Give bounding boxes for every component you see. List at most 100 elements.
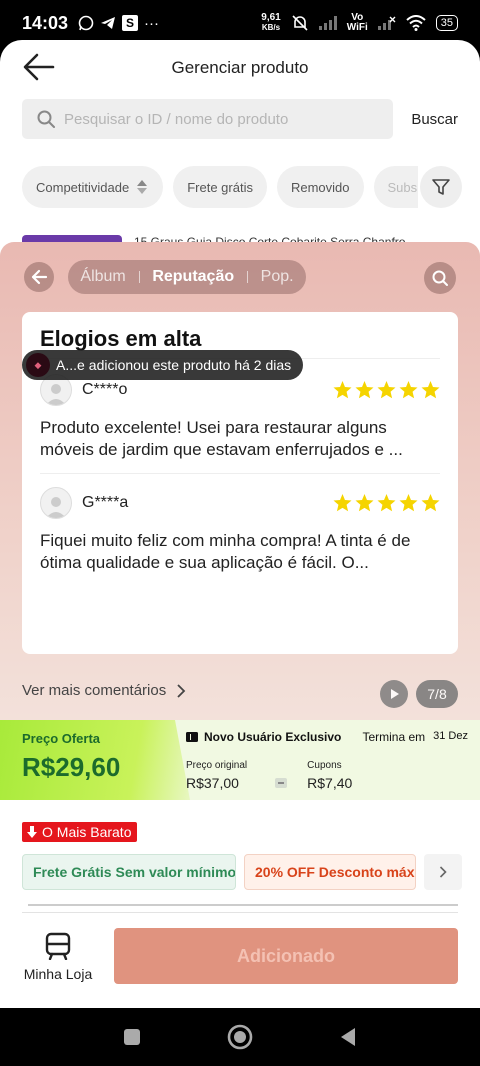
user-placeholder-icon bbox=[46, 384, 66, 405]
toast-avatar: ◆ bbox=[26, 353, 50, 377]
arrow-left-icon bbox=[31, 269, 48, 285]
telegram-icon bbox=[101, 17, 116, 29]
recent-apps-icon[interactable] bbox=[123, 1028, 141, 1046]
price-breakdown: Preço original R$37,00 Cupons R$7,40 bbox=[186, 760, 352, 791]
see-more-comments-link[interactable]: Ver mais comentários bbox=[22, 682, 186, 699]
user-placeholder-icon bbox=[46, 497, 66, 518]
review-text: Fiquei muito feliz com minha compra! A t… bbox=[40, 531, 411, 572]
sort-icon bbox=[137, 180, 148, 194]
star-icon bbox=[399, 494, 418, 512]
notification-icons: S ··· bbox=[78, 15, 159, 32]
down-arrow-icon bbox=[27, 826, 37, 838]
search-input[interactable]: Pesquisar o ID / nome do produto bbox=[22, 99, 393, 139]
home-icon[interactable] bbox=[227, 1024, 253, 1050]
avatar bbox=[40, 487, 72, 519]
play-button[interactable] bbox=[380, 680, 408, 708]
minus-icon bbox=[275, 778, 288, 788]
search-row: Pesquisar o ID / nome do produto Buscar bbox=[0, 99, 480, 139]
chip-subs[interactable]: Subs bbox=[373, 166, 418, 208]
signal-icon bbox=[318, 16, 337, 30]
status-time: 14:03 bbox=[22, 12, 69, 33]
reviewer-name: G****a bbox=[82, 494, 129, 511]
chip-label: Competitividade bbox=[36, 179, 130, 195]
rating-stars bbox=[333, 494, 440, 512]
page-title: Gerenciar produto bbox=[171, 58, 309, 77]
divider bbox=[40, 473, 440, 474]
panel-back-button[interactable] bbox=[24, 262, 54, 292]
chevron-right-icon bbox=[177, 683, 186, 698]
ends-date: 31 Dez bbox=[433, 730, 468, 742]
play-icon bbox=[391, 689, 399, 699]
more-notifications-icon: ··· bbox=[144, 14, 160, 32]
filter-button[interactable] bbox=[420, 166, 462, 208]
search-button[interactable]: Buscar bbox=[411, 111, 458, 128]
my-store-button[interactable]: Minha Loja bbox=[22, 932, 94, 986]
chip-competitividade[interactable]: Competitividade bbox=[22, 166, 164, 208]
review-item[interactable]: C****o Produto excelente! Usei para rest… bbox=[40, 373, 440, 461]
tab-separator bbox=[246, 271, 248, 283]
my-store-label: Minha Loja bbox=[23, 966, 93, 982]
signal-x-icon bbox=[377, 16, 396, 30]
toast-text: adicionou este produto há 2 dias bbox=[88, 357, 292, 373]
header: Gerenciar produto bbox=[0, 40, 480, 96]
coupons-discount: Cupons R$7,40 bbox=[307, 760, 352, 791]
ticket-icon bbox=[186, 732, 198, 742]
coupon-free-shipping[interactable]: Frete Grátis Sem valor mínimo bbox=[22, 854, 236, 890]
exclusive-label: Novo Usuário Exclusivo bbox=[204, 730, 342, 744]
chevron-right-icon bbox=[439, 866, 447, 878]
original-price-label: Preço original bbox=[186, 760, 248, 771]
filter-icon bbox=[432, 179, 450, 195]
search-icon bbox=[37, 110, 55, 128]
original-price: Preço original R$37,00 bbox=[186, 760, 247, 791]
wifi-label: WiFi bbox=[346, 22, 368, 33]
battery-icon: 35 bbox=[435, 15, 458, 31]
star-icon bbox=[355, 381, 374, 399]
review-item[interactable]: G****a Fiquei muito feliz com minha comp… bbox=[40, 486, 440, 574]
search-icon bbox=[432, 270, 448, 286]
product-actions-section: O Mais Barato Frete Grátis Sem valor mín… bbox=[0, 800, 480, 1008]
tab-pop[interactable]: Pop. bbox=[261, 268, 294, 286]
back-triangle-icon[interactable] bbox=[339, 1027, 357, 1047]
store-icon bbox=[45, 932, 71, 960]
see-more-label: Ver mais comentários bbox=[22, 682, 167, 699]
whatsapp-icon bbox=[78, 15, 94, 31]
s-app-icon: S bbox=[122, 15, 139, 31]
star-icon bbox=[355, 494, 374, 512]
promo-ends: Termina em 31 Dez bbox=[362, 730, 468, 744]
price-banner: Preço Oferta R$29,60 Novo Usuário Exclus… bbox=[0, 720, 480, 800]
star-icon bbox=[333, 494, 352, 512]
net-speed: 9,61 KB/s bbox=[261, 13, 280, 33]
ends-label: Termina em bbox=[362, 730, 426, 744]
more-coupons-button[interactable] bbox=[424, 854, 462, 890]
coupon-row: Frete Grátis Sem valor mínimo 20% OFF De… bbox=[22, 854, 462, 890]
filter-chips: Competitividade Frete grátis Removido Su… bbox=[0, 166, 480, 208]
media-counter: 7/8 bbox=[416, 680, 458, 708]
chip-frete-gratis[interactable]: Frete grátis bbox=[173, 166, 267, 208]
product-detail-panel: Álbum Reputação Pop. Elogios em alta C**… bbox=[0, 242, 480, 1008]
search-placeholder: Pesquisar o ID / nome do produto bbox=[64, 110, 289, 128]
wifi-icon bbox=[406, 15, 426, 31]
tab-album[interactable]: Álbum bbox=[80, 268, 125, 286]
added-button[interactable]: Adicionado bbox=[114, 928, 458, 984]
panel-search-button[interactable] bbox=[424, 262, 456, 294]
chip-removido[interactable]: Removido bbox=[276, 166, 364, 208]
back-button[interactable] bbox=[22, 52, 56, 82]
star-icon bbox=[421, 494, 440, 512]
coupons-label: Cupons bbox=[307, 760, 342, 771]
star-icon bbox=[333, 381, 352, 399]
original-price-value: R$37,00 bbox=[186, 775, 239, 791]
coupon-discount[interactable]: 20% OFF Desconto máximo bbox=[244, 854, 416, 890]
manage-product-page: Gerenciar produto Pesquisar o ID / nome … bbox=[0, 40, 480, 1008]
star-icon bbox=[377, 381, 396, 399]
divider bbox=[22, 912, 458, 913]
promo-header: Novo Usuário Exclusivo Termina em 31 Dez bbox=[186, 730, 468, 744]
rating-stars bbox=[333, 381, 440, 399]
new-user-exclusive: Novo Usuário Exclusivo bbox=[186, 730, 341, 744]
offer-price-value: R$29,60 bbox=[22, 752, 121, 782]
reviewer-name: C****o bbox=[82, 381, 128, 398]
android-nav-bar bbox=[0, 1008, 480, 1066]
arrow-left-icon bbox=[23, 53, 55, 81]
offer-price-label: Preço Oferta bbox=[22, 731, 101, 746]
star-icon bbox=[421, 381, 440, 399]
tab-reputacao[interactable]: Reputação bbox=[152, 268, 234, 286]
